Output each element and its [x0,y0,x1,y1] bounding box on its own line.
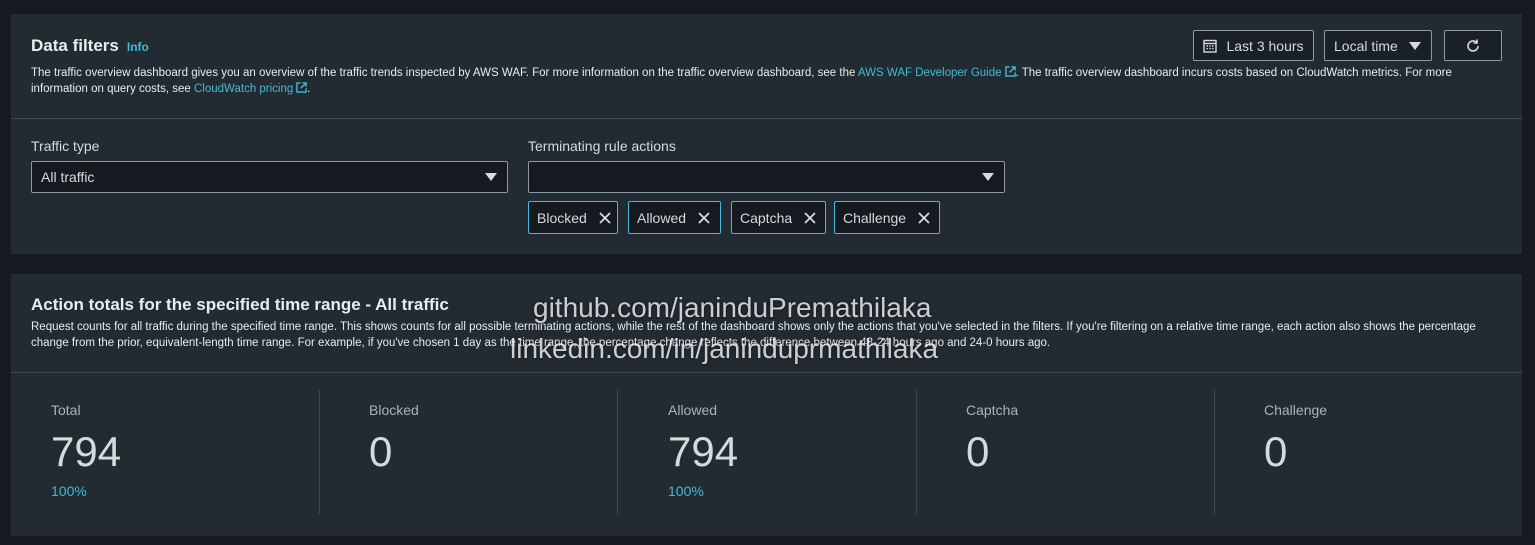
data-filters-title: Data filters [31,36,119,55]
token-blocked: Blocked [528,201,618,234]
token-label: Challenge [843,209,907,226]
stat-label: Allowed [668,402,718,418]
token-label: Captcha [740,209,793,226]
stat-label: Challenge [1264,402,1328,418]
stat-captcha: Captcha 0 [926,372,1224,522]
cloudwatch-pricing-link-label: CloudWatch pricing [194,82,294,95]
traffic-type-select[interactable]: All traffic [31,161,508,193]
stat-divider [319,390,320,514]
timezone-label: Local time [1334,37,1398,54]
timezone-select[interactable]: Local time [1324,30,1432,61]
stat-total: Total 794 100% [11,372,309,522]
traffic-type-value: All traffic [41,169,95,185]
stat-divider [1214,390,1215,514]
stat-label: Total [51,402,81,418]
stat-challenge: Challenge 0 [1224,372,1522,522]
aws-waf-guide-link-label: AWS WAF Developer Guide [857,67,1002,79]
caret-down-icon [1409,42,1421,50]
caret-down-icon [485,173,497,181]
data-filters-description: The traffic overview dashboard gives you… [31,66,1501,97]
token-allowed: Allowed [628,201,721,234]
caret-down-icon [982,173,994,181]
stat-value: 0 [1264,428,1288,475]
token-label: Blocked [537,209,587,226]
close-icon[interactable] [698,211,710,224]
action-totals-title: Action totals for the specified time ran… [31,295,449,314]
time-range-button[interactable]: Last 3 hours [1193,30,1314,61]
stat-value: 794 [668,428,739,475]
stat-value: 794 [51,428,122,475]
time-range-label: Last 3 hours [1226,37,1304,54]
stat-allowed: Allowed 794 100% [628,372,926,522]
data-filters-panel: Data filters Info The traffic overview da… [11,14,1522,254]
cloudwatch-pricing-link[interactable]: CloudWatch pricing [194,81,308,95]
rule-actions-label: Terminating rule actions [528,138,676,154]
info-link[interactable]: Info [127,40,149,54]
stat-percentage: 100% [668,483,704,499]
aws-waf-guide-link[interactable]: AWS WAF Developer Guide [857,66,1016,79]
rule-actions-multiselect[interactable] [528,161,1005,193]
close-icon[interactable] [804,211,816,224]
stat-label: Captcha [966,402,1019,418]
divider [11,118,1522,119]
stat-divider [916,390,917,514]
traffic-type-label: Traffic type [31,138,100,154]
close-icon[interactable] [599,211,611,224]
external-link-icon [296,81,308,93]
token-captcha: Captcha [731,201,826,234]
calendar-icon [1203,39,1218,53]
stat-divider [617,390,618,514]
stat-value: 0 [966,428,990,475]
token-label: Allowed [637,209,687,226]
stat-blocked: Blocked 0 [329,372,627,522]
external-link-icon [1004,66,1016,77]
close-icon[interactable] [918,211,930,224]
watermark-github: github.com/janinduPremathilaka [533,292,932,323]
token-challenge: Challenge [834,201,940,234]
refresh-icon [1467,39,1479,52]
description-text: The traffic overview dashboard gives you… [31,67,858,79]
data-filters-heading: Data filters Info [31,36,149,56]
watermark-linkedin: linkedin.com/in/janinduprmathilaka [510,333,939,364]
description-text-3: . [307,82,311,95]
refresh-button[interactable] [1444,30,1502,61]
stat-label: Blocked [369,402,419,418]
stat-percentage: 100% [51,483,87,499]
stat-value: 0 [369,428,393,475]
